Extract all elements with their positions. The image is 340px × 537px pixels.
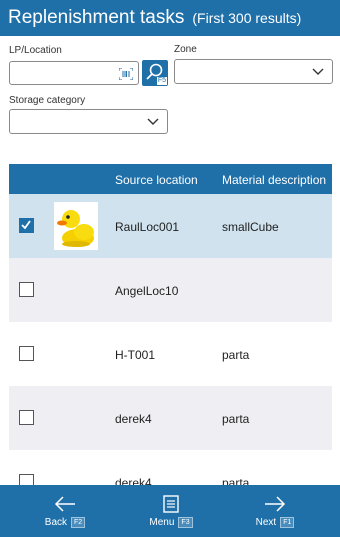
back-label: Back xyxy=(44,517,68,528)
page-title: Replenishment tasks xyxy=(8,7,185,28)
chevron-down-icon xyxy=(312,68,324,75)
material-description: smallCube xyxy=(222,220,279,234)
next-label: Next xyxy=(255,517,277,528)
menu-key-hint: F3 xyxy=(178,517,193,528)
row-checkbox[interactable] xyxy=(19,346,34,361)
checkmark-icon xyxy=(21,220,31,230)
column-header-material-description[interactable]: Material description xyxy=(222,173,326,187)
results-count: (First 300 results) xyxy=(192,10,302,26)
material-description: parta xyxy=(222,412,250,426)
source-location: derek4 xyxy=(115,412,152,426)
material-description: parta xyxy=(222,348,250,362)
source-location: RaulLoc001 xyxy=(115,220,180,234)
arrow-left-icon xyxy=(54,496,75,512)
row-checkbox[interactable] xyxy=(19,410,34,425)
back-key-hint: F2 xyxy=(71,517,86,528)
storage-category-label: Storage category xyxy=(9,95,86,106)
barcode-scan-icon[interactable] xyxy=(119,68,133,80)
table-row[interactable]: AngelLoc10 xyxy=(9,258,332,322)
arrow-right-icon xyxy=(265,496,286,512)
storage-category-select[interactable] xyxy=(9,109,168,134)
source-location: H-T001 xyxy=(115,348,156,362)
zone-select[interactable] xyxy=(174,59,333,84)
zone-label: Zone xyxy=(174,44,197,55)
next-key-hint: F1 xyxy=(280,517,295,528)
back-button[interactable]: Back F2 xyxy=(40,485,90,537)
search-button[interactable]: F5 xyxy=(142,60,168,86)
chevron-down-icon xyxy=(147,118,159,125)
title-bar: Replenishment tasks (First 300 results) xyxy=(0,0,340,36)
menu-button[interactable]: Menu F3 xyxy=(145,485,197,537)
lp-location-input[interactable] xyxy=(9,61,139,85)
row-checkbox[interactable] xyxy=(19,218,34,233)
lp-location-label: LP/Location xyxy=(9,45,62,56)
table-row[interactable]: RaulLoc001 smallCube xyxy=(9,194,332,258)
table-header: Source location Material description xyxy=(9,164,332,194)
column-header-source-location[interactable]: Source location xyxy=(115,173,198,187)
row-checkbox[interactable] xyxy=(19,282,34,297)
source-location: AngelLoc10 xyxy=(115,284,179,298)
menu-document-icon xyxy=(163,495,179,513)
product-image-rubber-duck xyxy=(54,202,98,250)
footer-toolbar: Back F2 Menu F3 Next F1 xyxy=(0,485,340,537)
table-row[interactable]: H-T001 parta xyxy=(9,322,332,386)
next-button[interactable]: Next F1 xyxy=(250,485,300,537)
menu-label: Menu xyxy=(149,517,175,528)
tasks-table: Source location Material description Rau… xyxy=(9,164,332,514)
search-key-hint: F5 xyxy=(156,77,167,85)
table-row[interactable]: derek4 parta xyxy=(9,386,332,450)
